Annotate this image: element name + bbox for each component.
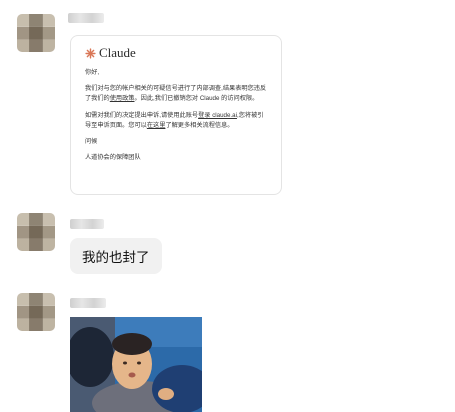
email-closing: 问候 (85, 138, 98, 146)
email-signature: 人道协会的保障团队 (85, 154, 141, 162)
email-paragraph-2: 如需对我们的决定提出申诉,请使用此账号登录 claude.ai,您将被引导至申诉… (85, 111, 264, 129)
email-body: 你好, 我们对与您的帐户相关的可疑信号进行了内部调查,结果表明您违反了我们的使用… (85, 68, 267, 163)
avatar[interactable] (17, 293, 55, 331)
meme-photo-image (70, 317, 202, 412)
sender-name (70, 298, 106, 308)
sender-name (70, 219, 104, 229)
learn-more-link: 在这里 (146, 121, 166, 129)
claude-logo: Claude (85, 44, 267, 62)
chat-bubble[interactable]: 我的也封了 (70, 238, 162, 274)
avatar[interactable] (17, 213, 55, 251)
claude-burst-icon (85, 47, 96, 59)
login-link: 登录 claude.ai (198, 111, 237, 119)
usage-policy-link: 使用政策 (109, 95, 135, 103)
avatar[interactable] (17, 14, 55, 52)
meme-photo[interactable] (70, 317, 202, 412)
email-screenshot-card[interactable]: Claude 你好, 我们对与您的帐户相关的可疑信号进行了内部调查,结果表明您违… (70, 35, 282, 195)
chat-bubble-text: 我的也封了 (82, 250, 150, 265)
brand-name: Claude (99, 45, 136, 60)
sender-name (68, 13, 104, 23)
email-greeting: 你好, (85, 69, 100, 76)
email-paragraph-1: 我们对与您的帐户相关的可疑信号进行了内部调查,结果表明您违反了我们的使用政策。因… (85, 85, 267, 103)
